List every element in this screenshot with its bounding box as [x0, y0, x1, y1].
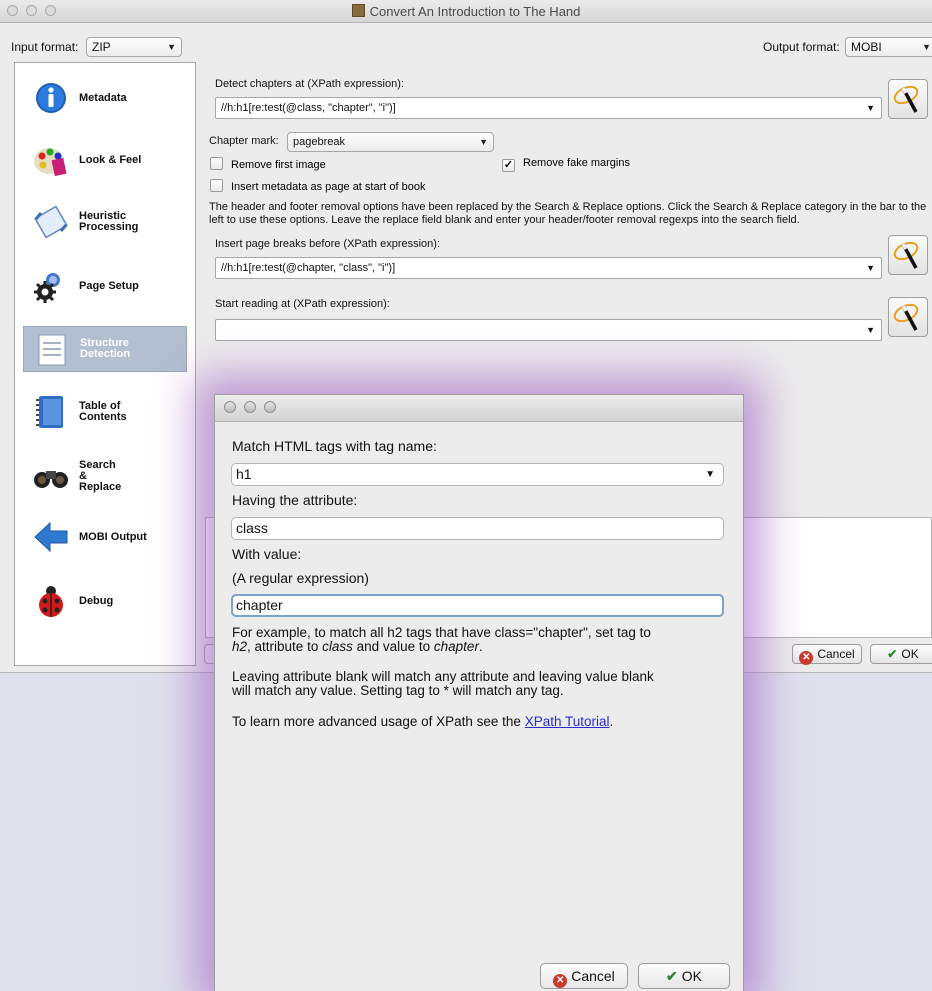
- xpath-wizard-button-page-breaks[interactable]: [888, 235, 928, 275]
- value-input[interactable]: chapter: [231, 594, 724, 617]
- input-format-select[interactable]: ZIP ▼: [86, 37, 182, 57]
- regex-note: (A regular expression): [232, 570, 369, 586]
- dialog-close-button[interactable]: [224, 401, 236, 413]
- output-format-select[interactable]: MOBI ▼: [845, 37, 932, 57]
- start-reading-label: Start reading at (XPath expression):: [215, 298, 390, 310]
- checkmark-icon: ✔: [887, 647, 898, 661]
- xpath-wizard-dialog: Match HTML tags with tag name: h1 ▼ Havin…: [214, 394, 744, 991]
- output-format-label: Output format:: [763, 40, 840, 54]
- sidebar-item-table-of-contents[interactable]: Table of Contents: [23, 389, 187, 435]
- dialog-ok-button[interactable]: ✔ OK: [638, 963, 730, 989]
- sidebar-item-look-feel[interactable]: Look & Feel: [23, 137, 187, 183]
- main-cancel-button[interactable]: ✕ Cancel: [792, 644, 862, 665]
- chevron-down-icon: ▼: [866, 325, 875, 335]
- input-format-label: Input format:: [11, 40, 79, 54]
- heuristic-icon: [34, 205, 68, 239]
- blank-match-text: Leaving attribute blank will match any a…: [232, 669, 654, 698]
- sidebar-item-heuristic-processing[interactable]: Heuristic Processing: [23, 199, 187, 245]
- checkmark-icon: ✔: [666, 968, 678, 984]
- remove-first-image-checkbox[interactable]: Remove first image: [210, 157, 326, 171]
- cancel-icon: ✕: [553, 974, 568, 988]
- chevron-down-icon: ▼: [866, 103, 875, 113]
- header-footer-info-text: The header and footer removal options ha…: [209, 201, 927, 226]
- chevron-down-icon: ▼: [866, 263, 875, 273]
- sidebar-item-page-setup[interactable]: Page Setup: [23, 263, 187, 309]
- chevron-down-icon: ▼: [922, 42, 931, 52]
- chevron-down-icon: ▼: [479, 137, 488, 147]
- attribute-input[interactable]: class: [231, 517, 724, 540]
- start-reading-field[interactable]: ▼: [215, 319, 882, 341]
- book-icon: [36, 396, 63, 428]
- cancel-icon: ✕: [799, 651, 814, 665]
- window-titlebar: Convert An Introduction to The Hand: [0, 0, 932, 23]
- chevron-down-icon: ▼: [705, 469, 715, 480]
- chapter-mark-select[interactable]: pagebreak ▼: [287, 132, 494, 152]
- detect-chapters-field[interactable]: //h:h1[re:test(@class, "chapter", "i")] ▼: [215, 97, 882, 119]
- xpath-wizard-button-detect[interactable]: [888, 79, 928, 119]
- sidebar-item-metadata[interactable]: Metadata: [23, 75, 187, 121]
- chevron-down-icon: ▼: [167, 42, 176, 52]
- tag-name-select[interactable]: h1 ▼: [231, 463, 724, 486]
- sidebar-item-debug[interactable]: Debug: [23, 578, 187, 624]
- learn-more-text: To learn more advanced usage of XPath se…: [232, 714, 614, 729]
- magic-wand-icon: [893, 85, 919, 113]
- tag-name-label: Match HTML tags with tag name:: [232, 438, 437, 454]
- sidebar-item-structure-detection[interactable]: Structure Detection: [23, 326, 187, 372]
- magic-wand-icon: [893, 303, 919, 331]
- dialog-titlebar: [215, 395, 743, 422]
- value-label: With value:: [232, 546, 302, 562]
- magic-wand-icon: [893, 241, 919, 269]
- checkmark-icon[interactable]: ✓: [502, 159, 515, 172]
- category-sidebar: Metadata Look & Feel Heuristic Processing: [14, 62, 196, 666]
- checkbox-unchecked[interactable]: [210, 157, 223, 170]
- page-breaks-field[interactable]: //h:h1[re:test(@chapter, "class", "i")] ▼: [215, 257, 882, 279]
- dialog-cancel-button[interactable]: ✕ Cancel: [540, 963, 628, 989]
- attribute-label: Having the attribute:: [232, 492, 358, 508]
- ladybug-icon: [39, 586, 63, 617]
- xpath-tutorial-link[interactable]: XPath Tutorial: [525, 714, 610, 729]
- xpath-wizard-button-start-reading[interactable]: [888, 297, 928, 337]
- dialog-zoom-button[interactable]: [264, 401, 276, 413]
- remove-fake-margins-checkbox[interactable]: ✓ Remove fake margins: [502, 157, 630, 172]
- book-icon: [351, 4, 365, 17]
- document-icon: [38, 334, 66, 366]
- main-ok-button[interactable]: ✔ OK: [870, 644, 932, 664]
- gear-icon: [34, 273, 60, 303]
- insert-metadata-checkbox[interactable]: Insert metadata as page at start of book: [210, 179, 425, 193]
- window-title: Convert An Introduction to The Hand: [369, 4, 581, 19]
- page-breaks-label: Insert page breaks before (XPath express…: [215, 238, 441, 250]
- palette-icon: [34, 148, 67, 177]
- arrow-left-icon: [34, 521, 68, 553]
- checkbox-unchecked[interactable]: [210, 179, 223, 192]
- dialog-minimize-button[interactable]: [244, 401, 256, 413]
- binoculars-icon: [34, 471, 68, 488]
- info-icon: [36, 83, 66, 113]
- example-text: For example, to match all h2 tags that h…: [232, 625, 651, 654]
- detect-chapters-label: Detect chapters at (XPath expression):: [215, 78, 404, 90]
- sidebar-item-mobi-output[interactable]: MOBI Output: [23, 514, 187, 560]
- chapter-mark-label: Chapter mark:: [209, 135, 279, 147]
- sidebar-item-search-replace[interactable]: Search & Replace: [23, 453, 187, 499]
